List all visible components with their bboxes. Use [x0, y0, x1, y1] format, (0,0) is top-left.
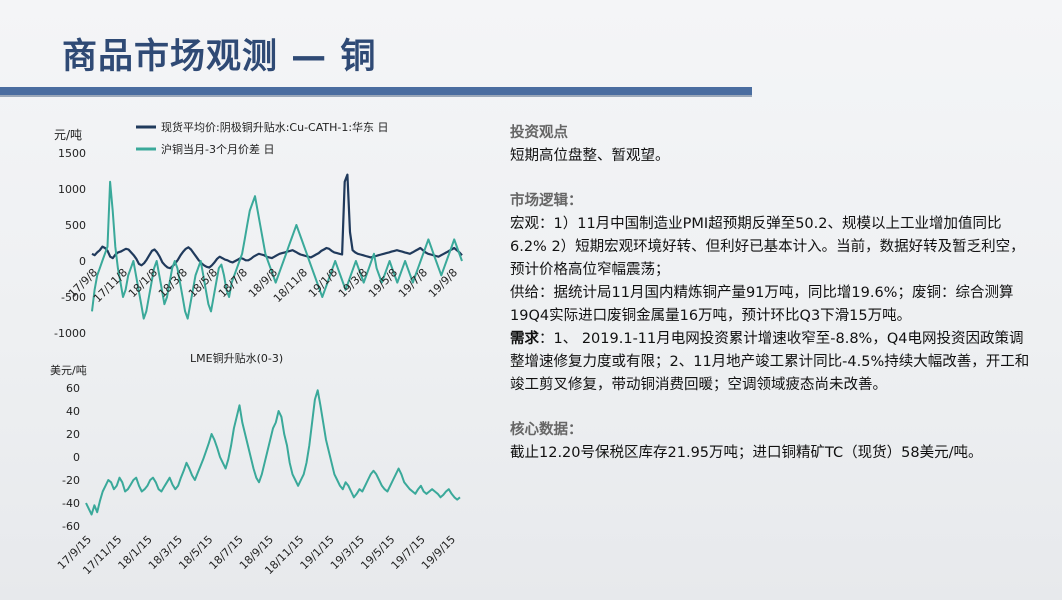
macro-text: 宏观：1）11月中国制造业PMI超预期反弹至50.2、规模以上工业增加值同比6.…: [510, 216, 1025, 278]
y-tick-label: -1000: [54, 327, 86, 340]
y-tick-label: 500: [65, 219, 86, 232]
y-tick-label: -20: [62, 474, 80, 487]
y-tick-label: 1000: [58, 183, 86, 196]
x-tick-label: 19/9/15: [419, 533, 458, 572]
legend-dark-label: 现货平均价:阴极铜升贴水:Cu-CATH-1:华东 日: [161, 120, 389, 134]
y-tick-label: 1500: [58, 147, 86, 160]
series-line-0: [85, 389, 461, 516]
logic-heading: 市场逻辑：: [510, 193, 583, 209]
y-tick-label: 0: [73, 451, 80, 464]
demand-label: 需求: [510, 331, 539, 347]
series-line-0: [91, 173, 463, 270]
x-tick-label: 18/1/8: [126, 266, 160, 300]
copper-spread-chart: 元/吨 现货平均价:阴极铜升贴水:Cu-CATH-1:华东 日 沪铜当月-3个月…: [54, 120, 463, 340]
y-tick-label: 20: [66, 428, 80, 441]
core-heading: 核心数据：: [510, 422, 583, 438]
core-text: 截止12.20号保税区库存21.95万吨；进口铜精矿TC（现货）58美元/吨。: [510, 445, 983, 461]
page-title: 商品市场观测 — 铜: [62, 37, 377, 77]
y-tick-label: -40: [62, 497, 80, 510]
x-tick-label: 18/7/8: [216, 266, 250, 300]
legend-teal-label: 沪铜当月-3个月价差 日: [161, 142, 274, 156]
y-tick-label: -60: [62, 520, 80, 533]
chart2-ylabel: 美元/吨: [50, 364, 87, 377]
x-tick-label: 18/11/8: [271, 266, 310, 305]
supply-text: 供给：据统计局11月国内精炼铜产量91万吨，同比增19.6%；废铜：综合测算19…: [510, 285, 1014, 324]
demand-paragraph: 需求：1、 2019.1-11月电网投资累计增速收窄至-8.8%，Q4电网投资因…: [510, 328, 1030, 397]
chart1-ylabel: 元/吨: [54, 128, 82, 142]
title-underline: [0, 87, 752, 95]
view-text: 短期高位盘整、暂观望。: [510, 148, 670, 164]
x-tick-label: 17/11/8: [91, 266, 130, 305]
y-tick-label: 0: [79, 255, 86, 268]
view-heading: 投资观点: [510, 125, 568, 141]
analysis-panel: 投资观点 短期高位盘整、暂观望。 市场逻辑： 宏观：1）11月中国制造业PMI超…: [510, 122, 1030, 465]
x-tick-label: 19/5/8: [366, 266, 400, 300]
y-tick-label: 60: [66, 382, 80, 395]
lme-premium-chart: LME铜升贴水(0-3) 美元/吨 6040200-20-40-60 17/9/…: [50, 351, 461, 577]
title-underline-thin: [0, 95, 752, 97]
demand-text: ：1、 2019.1-11月电网投资累计增速收窄至-8.8%，Q4电网投资因政策…: [510, 331, 1030, 393]
chart2-title: LME铜升贴水(0-3): [190, 351, 283, 365]
y-tick-label: 40: [66, 405, 80, 418]
